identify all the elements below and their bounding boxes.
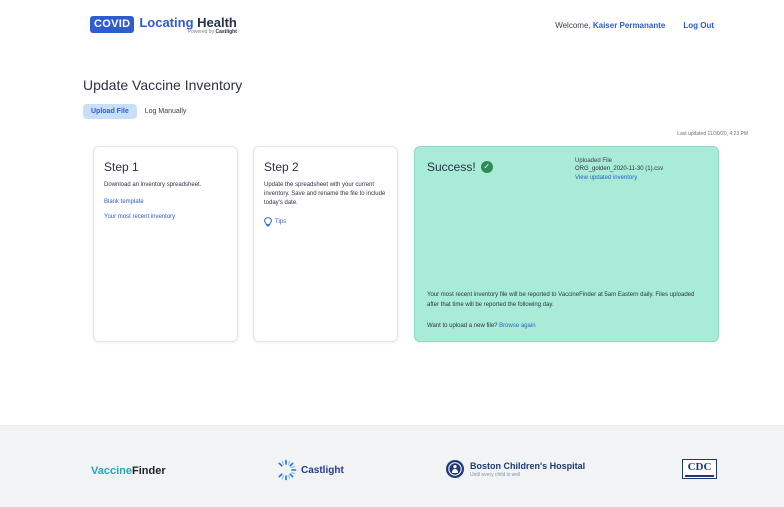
upload-success-card: Success! ✓ Uploaded File ORG_golden_2020… [414, 146, 719, 342]
step1-title: Step 1 [104, 160, 139, 174]
success-title: Success! [427, 160, 476, 174]
bch-name: Boston Children's Hospital [470, 460, 586, 471]
welcome-prefix: Welcome, [555, 21, 591, 30]
lightbulb-icon [264, 217, 272, 227]
step2-title: Step 2 [264, 160, 299, 174]
browse-again-link[interactable]: Browse again [499, 323, 535, 329]
logo-words: Locating Health Powered by Castlight [139, 16, 237, 35]
upload-again-prompt: Want to upload a new file? [427, 323, 498, 329]
partner-footer: VaccineFinder Castlight Boston Children'… [0, 425, 784, 507]
page-title: Update Vaccine Inventory [83, 77, 243, 93]
success-heading: Success! ✓ [427, 160, 706, 174]
logo-name-part1: Locating [139, 15, 194, 30]
tab-log-manually[interactable]: Log Manually [137, 104, 195, 119]
covid-locating-health-logo[interactable]: COVID Locating Health Powered by Castlig… [90, 16, 237, 35]
recent-inventory-link[interactable]: Your most recent inventory [104, 214, 227, 220]
cdc-logo-bar [685, 474, 714, 477]
vaccinefinder-part2: Finder [131, 465, 166, 477]
castlight-logo[interactable]: Castlight [275, 459, 344, 481]
logo-badge: COVID [90, 16, 135, 33]
view-updated-inventory-link[interactable]: View updated inventory [575, 175, 663, 181]
boston-childrens-hospital-logo[interactable]: Boston Children's Hospital Until every c… [445, 459, 585, 479]
last-updated-timestamp: Last updated 11/30/20, 4:23 PM [677, 131, 748, 137]
upload-again-row: Want to upload a new file? Browse again [427, 323, 536, 329]
uploaded-file-name: ORG_golden_2020-11-30 (1).csv [575, 166, 664, 172]
header: COVID Locating Health Powered by Castlig… [0, 0, 784, 50]
blank-template-link[interactable]: Blank template [104, 199, 227, 205]
uploaded-file-info: Uploaded File ORG_golden_2020-11-30 (1).… [575, 158, 663, 181]
logout-link[interactable]: Log Out [683, 21, 714, 30]
bch-text: Boston Children's Hospital Until every c… [470, 461, 585, 478]
welcome-message: Welcome, Kaiser Permanante [555, 21, 665, 30]
logo-powered-prefix: Powered by [187, 29, 215, 35]
logo-name-part2: Health [197, 15, 237, 30]
castlight-wordmark: Castlight [301, 464, 344, 476]
vaccinefinder-logo[interactable]: VaccineFinder [91, 465, 166, 477]
vaccinefinder-part1: Vaccine [91, 465, 132, 477]
bch-seal-icon [446, 460, 464, 478]
cdc-wordmark: CDC [687, 460, 712, 473]
logo-powered-brand: Castlight [215, 29, 237, 35]
step2-card: Step 2 Update the spreadsheet with your … [253, 146, 398, 342]
uploaded-file-label: Uploaded File [575, 158, 613, 164]
upload-mode-tabs: Upload File Log Manually [83, 104, 194, 119]
header-user-area: Welcome, Kaiser Permanante Log Out [555, 21, 714, 30]
bch-tagline: Until every child is well [470, 471, 521, 478]
step1-text: Download an inventory spreadsheet. [104, 182, 202, 188]
logo-name: Locating Health [139, 16, 237, 29]
reporting-schedule-note: Your most recent inventory file will be … [427, 292, 695, 308]
tips-label: Tips [275, 219, 287, 225]
step1-card: Step 1 Download an inventory spreadsheet… [93, 146, 238, 342]
check-circle-icon: ✓ [480, 161, 493, 173]
castlight-logo-icon [278, 459, 297, 481]
cdc-logo[interactable]: CDC [682, 459, 717, 479]
user-name: Kaiser Permanante [592, 21, 666, 30]
tips-link[interactable]: Tips [264, 217, 387, 227]
step2-text: Update the spreadsheet with your current… [264, 182, 386, 206]
tab-upload-file[interactable]: Upload File [83, 104, 137, 119]
